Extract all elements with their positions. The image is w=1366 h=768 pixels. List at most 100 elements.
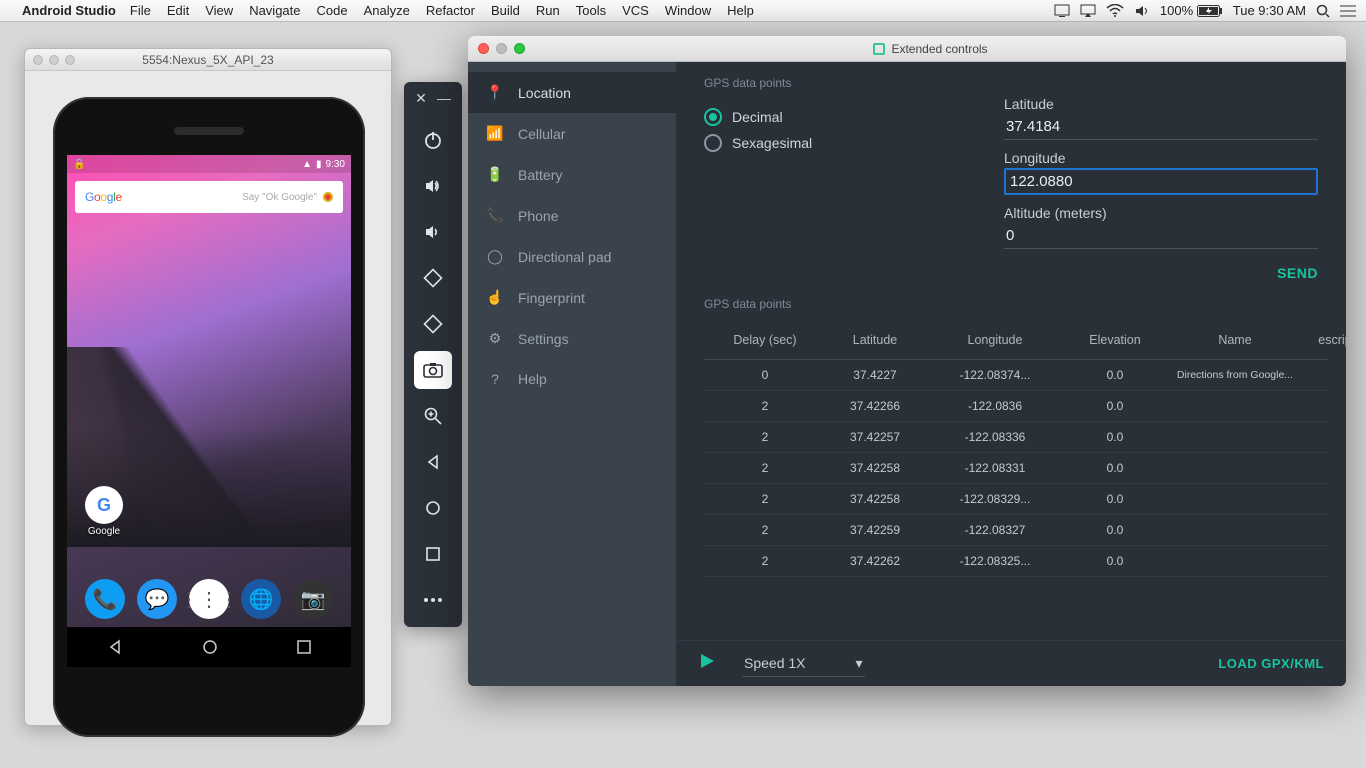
- longitude-input[interactable]: [1004, 168, 1318, 195]
- table-row[interactable]: 237.42258-122.083310.0: [704, 453, 1328, 484]
- menu-tools[interactable]: Tools: [576, 3, 606, 18]
- menu-code[interactable]: Code: [317, 3, 348, 18]
- menu-refactor[interactable]: Refactor: [426, 3, 475, 18]
- col-description[interactable]: escription: [1300, 333, 1346, 347]
- menu-analyze[interactable]: Analyze: [364, 3, 410, 18]
- app-name[interactable]: Android Studio: [22, 3, 116, 18]
- phone-screen[interactable]: 🔒 ▲ ▮ 9:30 Google Say "Ok Google" G Goog…: [67, 155, 351, 667]
- toolbar-recents-icon[interactable]: [414, 535, 452, 573]
- sidebar-item-settings[interactable]: ⚙Settings: [468, 318, 676, 359]
- google-logo: Google: [85, 190, 122, 204]
- toolbar-back-icon[interactable]: [414, 443, 452, 481]
- close-icon[interactable]: [478, 43, 489, 54]
- table-row[interactable]: 237.42262-122.08325...0.0: [704, 546, 1328, 577]
- col-delay[interactable]: Delay (sec): [710, 333, 820, 347]
- screenshot-icon[interactable]: [414, 351, 452, 389]
- menu-vcs[interactable]: VCS: [622, 3, 649, 18]
- emulator-titlebar[interactable]: 5554:Nexus_5X_API_23: [25, 49, 391, 71]
- back-button[interactable]: [107, 639, 123, 655]
- sidebar-item-dpad[interactable]: ◯ Directional pad: [468, 236, 676, 277]
- col-name[interactable]: Name: [1170, 333, 1300, 347]
- minimize-icon[interactable]: [496, 43, 507, 54]
- table-row[interactable]: 237.42257-122.083360.0: [704, 422, 1328, 453]
- send-button[interactable]: SEND: [1277, 265, 1318, 281]
- menu-help[interactable]: Help: [727, 3, 754, 18]
- speed-select[interactable]: Speed 1X▾: [742, 651, 865, 677]
- radio-off-icon: [704, 134, 722, 152]
- browser-app-icon[interactable]: 🌐: [241, 579, 281, 619]
- battery-status[interactable]: 100%: [1160, 3, 1223, 18]
- menu-edit[interactable]: Edit: [167, 3, 189, 18]
- sidebar-label: Directional pad: [518, 249, 611, 265]
- camera-app-icon[interactable]: 📷: [293, 579, 333, 619]
- close-emulator-icon[interactable]: ✕: [415, 90, 427, 107]
- sidebar-item-phone[interactable]: 📞Phone: [468, 195, 676, 236]
- zoom-icon[interactable]: [414, 397, 452, 435]
- latitude-label: Latitude: [1004, 96, 1318, 112]
- toolbar-home-icon[interactable]: [414, 489, 452, 527]
- section-label-coords: GPS data points: [676, 62, 1346, 96]
- table-row[interactable]: 237.42259-122.083270.0: [704, 515, 1328, 546]
- table-body[interactable]: 037.4227-122.08374...0.0Directions from …: [704, 360, 1328, 640]
- volume-icon[interactable]: [1134, 4, 1150, 18]
- home-button[interactable]: [202, 639, 218, 655]
- dpad-icon: ◯: [486, 248, 504, 265]
- col-longitude[interactable]: Longitude: [930, 333, 1060, 347]
- phone-frame: 🔒 ▲ ▮ 9:30 Google Say "Ok Google" G Goog…: [53, 97, 365, 737]
- fingerprint-icon: ☝: [486, 289, 504, 306]
- sidebar-label: Location: [518, 85, 571, 101]
- sidebar-item-battery[interactable]: 🔋Battery: [468, 154, 676, 195]
- battery-icon: ▮: [316, 159, 322, 170]
- gps-table: Delay (sec) Latitude Longitude Elevation…: [704, 321, 1328, 640]
- wifi-icon[interactable]: [1106, 4, 1124, 18]
- app-drawer-icon[interactable]: ⋮⋮⋮: [189, 579, 229, 619]
- menu-view[interactable]: View: [205, 3, 233, 18]
- radio-on-icon: [704, 108, 722, 126]
- volume-down-icon[interactable]: [414, 213, 452, 251]
- col-latitude[interactable]: Latitude: [820, 333, 930, 347]
- zoom-window-icon[interactable]: [514, 43, 525, 54]
- mic-icon[interactable]: [323, 192, 333, 202]
- table-row[interactable]: 037.4227-122.08374...0.0Directions from …: [704, 360, 1328, 391]
- load-gpx-kml-button[interactable]: LOAD GPX/KML: [1218, 656, 1324, 671]
- radio-sexagesimal[interactable]: Sexagesimal: [704, 134, 964, 152]
- minimize-emulator-icon[interactable]: —: [437, 90, 451, 107]
- more-icon[interactable]: [414, 581, 452, 619]
- search-hint: Say "Ok Google": [242, 192, 317, 203]
- sidebar-item-location[interactable]: 📍Location: [468, 72, 676, 113]
- menu-run[interactable]: Run: [536, 3, 560, 18]
- volume-up-icon[interactable]: [414, 167, 452, 205]
- sidebar-item-cellular[interactable]: 📶Cellular: [468, 113, 676, 154]
- menu-window[interactable]: Window: [665, 3, 711, 18]
- play-button[interactable]: [698, 652, 716, 675]
- menu-file[interactable]: File: [130, 3, 151, 18]
- sidebar-item-help[interactable]: ?Help: [468, 359, 676, 399]
- radio-decimal[interactable]: Decimal: [704, 108, 964, 126]
- rotate-right-icon[interactable]: [414, 305, 452, 343]
- col-elevation[interactable]: Elevation: [1060, 333, 1170, 347]
- power-icon[interactable]: [414, 121, 452, 159]
- recents-button[interactable]: [297, 640, 311, 654]
- sidebar-label: Battery: [518, 167, 562, 183]
- phone-app-icon[interactable]: 📞: [85, 579, 125, 619]
- rotate-left-icon[interactable]: [414, 259, 452, 297]
- airplay-icon[interactable]: [1080, 4, 1096, 18]
- latitude-input[interactable]: [1004, 114, 1318, 140]
- table-row[interactable]: 237.42258-122.08329...0.0: [704, 484, 1328, 515]
- dock: 📞 💬 ⋮⋮⋮ 🌐 📷: [67, 579, 351, 619]
- tray-icon[interactable]: [1054, 4, 1070, 18]
- google-search-bar[interactable]: Google Say "Ok Google": [75, 181, 343, 213]
- altitude-input[interactable]: [1004, 223, 1318, 249]
- sidebar-item-fingerprint[interactable]: ☝Fingerprint: [468, 277, 676, 318]
- cellular-icon: 📶: [486, 125, 504, 142]
- google-app-shortcut[interactable]: G Google: [85, 486, 123, 537]
- menu-extras-icon[interactable]: [1340, 5, 1356, 17]
- ext-titlebar[interactable]: Extended controls: [468, 36, 1346, 62]
- clock[interactable]: Tue 9:30 AM: [1233, 3, 1306, 18]
- messages-app-icon[interactable]: 💬: [137, 579, 177, 619]
- menu-navigate[interactable]: Navigate: [249, 3, 300, 18]
- menu-build[interactable]: Build: [491, 3, 520, 18]
- ext-main: GPS data points Decimal Sexagesimal Lati…: [676, 62, 1346, 686]
- spotlight-icon[interactable]: [1316, 4, 1330, 18]
- table-row[interactable]: 237.42266-122.08360.0: [704, 391, 1328, 422]
